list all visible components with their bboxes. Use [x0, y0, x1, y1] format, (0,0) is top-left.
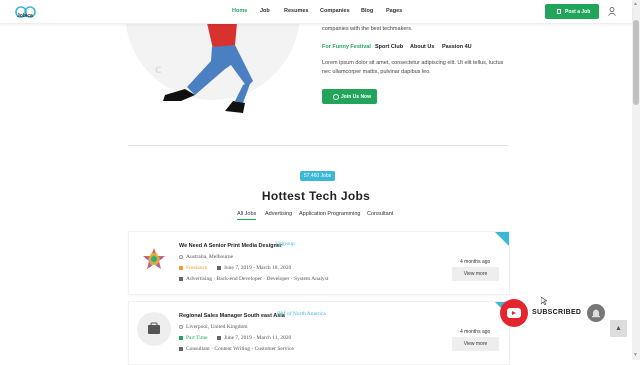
nav-item-pages[interactable]: Pages — [386, 8, 402, 14]
view-more-button[interactable]: View more — [452, 267, 499, 281]
youtube-icon[interactable] — [500, 299, 528, 327]
nav-item-job[interactable]: Job — [260, 8, 270, 14]
jobs-count-badge: 57,460 Jobs — [300, 171, 335, 181]
hero-person-image: C — [155, 23, 253, 113]
user-icon[interactable] — [608, 7, 616, 16]
tab-application-programming[interactable]: Application Programming — [299, 211, 360, 217]
posted-time: 4 months ago — [460, 259, 491, 265]
nav-item-resumes[interactable]: Resumes — [284, 8, 308, 14]
company-name[interactable]: Virgroup — [275, 241, 295, 247]
svg-text:C: C — [155, 66, 162, 76]
post-job-button[interactable]: Post a Job — [545, 4, 599, 19]
scroll-down-icon[interactable]: ▼ — [633, 352, 638, 358]
nav-item-home[interactable]: Home — [232, 8, 247, 14]
view-more-button[interactable]: View more — [452, 337, 499, 351]
mouse-cursor-icon — [541, 297, 547, 305]
bell-icon[interactable] — [587, 304, 605, 322]
job-card[interactable]: We Need A Senior Print Media Designer Vi… — [128, 231, 510, 295]
job-card[interactable]: Regional Sales Manager South east Asia B… — [128, 301, 510, 365]
calendar-icon — [216, 265, 221, 270]
site-header: Jobica Home Job Resumes Companies Blog P… — [0, 0, 632, 24]
location-icon — [179, 254, 183, 259]
posted-time: 4 months ago — [460, 329, 491, 335]
job-type-dates: Part Time June 7, 2019 - March 11, 2020 — [179, 335, 291, 341]
document-icon — [557, 9, 561, 14]
job-title[interactable]: Regional Sales Manager South east Asia — [179, 313, 285, 319]
calendar-icon — [216, 335, 221, 340]
job-type-dates: Freelance June 7, 2019 - March 18, 2020 — [179, 265, 291, 271]
job-title[interactable]: We Need A Senior Print Media Designer — [179, 243, 282, 249]
nav-item-blog[interactable]: Blog — [361, 8, 373, 14]
hero-lorem: Lorem ipsum dolor sit amet, consectetur … — [322, 60, 504, 75]
hero-link-passion[interactable]: Passion 4U — [442, 44, 472, 50]
section-title: Hottest Tech Jobs — [261, 189, 371, 203]
tab-consultant[interactable]: Consultant — [367, 211, 393, 217]
job-location: Australia, Melbourne — [179, 254, 233, 260]
join-us-button[interactable]: Join Us Now — [322, 89, 377, 104]
hero-link-about-us[interactable]: About Us — [410, 44, 434, 50]
tag-icon — [179, 276, 183, 281]
company-logo — [137, 312, 171, 346]
page-scrollbar[interactable]: ▲ ▼ — [632, 0, 640, 360]
subscribed-label: SUBSCRIBED — [532, 309, 582, 316]
join-icon — [333, 94, 339, 100]
briefcase-icon — [179, 265, 183, 270]
job-location: Liverpool, United Kingdom — [179, 324, 248, 330]
hero-description: companies with the best techmakers. — [322, 26, 413, 32]
job-tags: Consultant · Content Writing · Customer … — [179, 346, 294, 352]
brand-name[interactable]: Jobica — [17, 13, 33, 19]
back-to-top-button[interactable]: ▲ — [610, 320, 627, 337]
tab-advertising[interactable]: Advertising — [265, 211, 292, 217]
hero-link-funny-festival[interactable]: For Funny Festival — [322, 44, 371, 50]
hero-link-sport-club[interactable]: Sport Club — [375, 44, 403, 50]
job-tags: Advertising · Back-end Developer · Devel… — [179, 276, 328, 282]
section-divider — [128, 145, 508, 146]
chevron-up-icon: ▲ — [615, 325, 622, 332]
logo-icon[interactable] — [14, 2, 38, 22]
nav-item-companies[interactable]: Companies — [320, 8, 350, 14]
company-name[interactable]: BM of North America — [277, 311, 326, 317]
briefcase-icon — [179, 335, 183, 340]
briefcase-icon — [148, 322, 160, 334]
tab-all-jobs[interactable]: All Jobs — [237, 211, 257, 220]
scrollbar-thumb[interactable] — [633, 20, 639, 105]
featured-corner — [495, 232, 509, 246]
location-icon — [179, 324, 183, 329]
tag-icon — [179, 346, 183, 351]
company-logo — [143, 248, 165, 269]
scroll-up-icon[interactable]: ▲ — [633, 1, 638, 7]
